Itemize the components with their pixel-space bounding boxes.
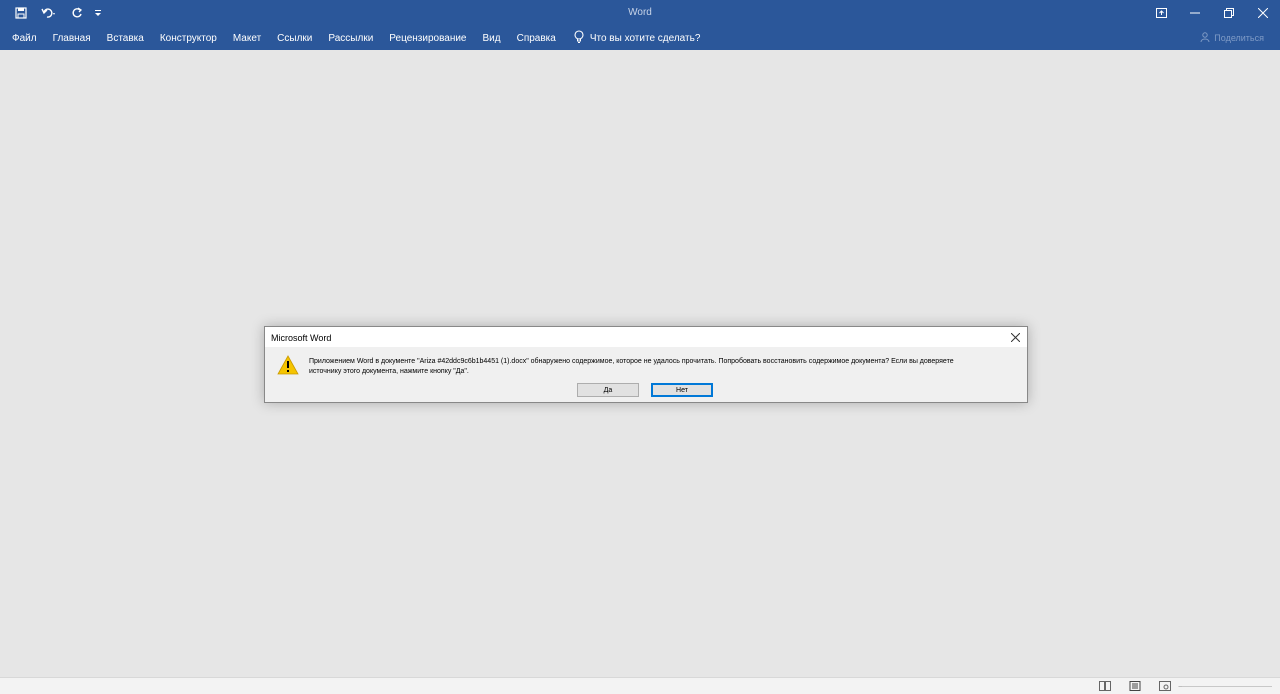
window-title: Word	[628, 7, 652, 18]
restore-icon[interactable]	[1212, 0, 1246, 26]
close-icon[interactable]	[1009, 331, 1021, 343]
dialog-message-line-2: источнику этого документа, нажмите кнопк…	[309, 368, 469, 375]
tab-design[interactable]: Конструктор	[152, 26, 225, 50]
warning-icon	[277, 355, 299, 380]
view-buttons	[1098, 680, 1172, 692]
close-window-icon[interactable]	[1246, 0, 1280, 26]
share-label: Поделиться	[1214, 33, 1264, 43]
tell-me-label: Что вы хотите сделать?	[589, 32, 701, 44]
dialog-title-bar: Microsoft Word	[265, 327, 1027, 347]
no-button[interactable]: Нет	[651, 383, 713, 397]
tab-layout[interactable]: Макет	[225, 26, 269, 50]
print-layout-icon[interactable]	[1128, 680, 1142, 692]
ribbon-display-icon[interactable]	[1144, 0, 1178, 26]
zoom-slider[interactable]	[1182, 686, 1272, 687]
ribbon-tabs: Файл Главная Вставка Конструктор Макет С…	[0, 26, 1280, 50]
person-icon	[1200, 32, 1210, 44]
window-controls	[1144, 0, 1280, 26]
minimize-icon[interactable]	[1178, 0, 1212, 26]
tell-me-search[interactable]: Что вы хотите сделать?	[564, 30, 701, 46]
dialog-title: Microsoft Word	[271, 333, 332, 343]
tab-references[interactable]: Ссылки	[269, 26, 320, 50]
tab-file[interactable]: Файл	[0, 26, 45, 50]
read-mode-icon[interactable]	[1098, 680, 1112, 692]
lightbulb-icon	[574, 30, 584, 46]
tab-view[interactable]: Вид	[475, 26, 509, 50]
tab-mailings[interactable]: Рассылки	[320, 26, 381, 50]
status-bar: −	[0, 677, 1280, 694]
share-button[interactable]: Поделиться	[1200, 26, 1264, 50]
title-bar: Word	[0, 0, 1280, 26]
tab-review[interactable]: Рецензирование	[381, 26, 474, 50]
web-layout-icon[interactable]	[1158, 680, 1172, 692]
tab-insert[interactable]: Вставка	[99, 26, 152, 50]
tab-help[interactable]: Справка	[509, 26, 564, 50]
recovery-dialog: Microsoft Word Приложением Word в докуме…	[264, 326, 1028, 403]
dialog-message: Приложением Word в документе "Ariza #42d…	[309, 357, 1023, 377]
dialog-message-line-1: Приложением Word в документе "Ariza #42d…	[309, 358, 954, 365]
tab-home[interactable]: Главная	[45, 26, 99, 50]
yes-button[interactable]: Да	[577, 383, 639, 397]
